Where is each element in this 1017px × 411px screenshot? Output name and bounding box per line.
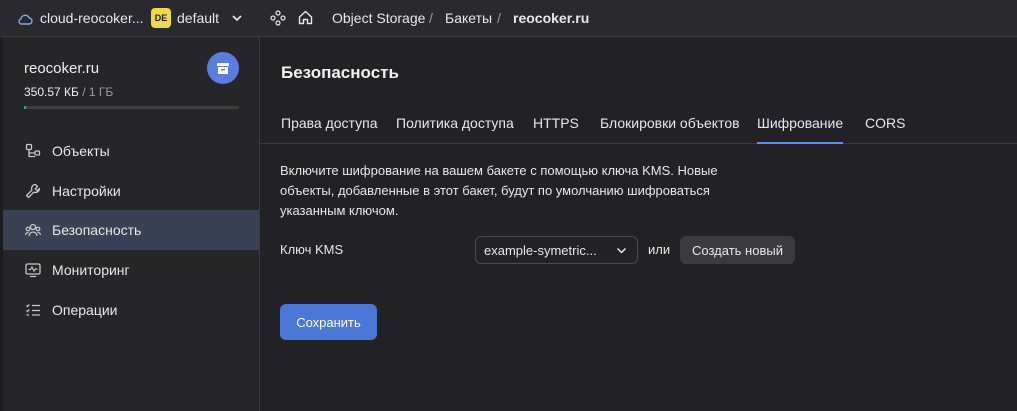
sidebar-item-monitoring[interactable]: Мониторинг (3, 250, 259, 290)
or-text: или (648, 242, 671, 257)
breadcrumb-buckets[interactable]: Бакеты (445, 10, 492, 26)
cloud-icon (18, 14, 33, 25)
bucket-icon (207, 52, 239, 84)
sidebar-item-objects[interactable]: Объекты (3, 131, 259, 171)
sidebar-item-label: Настройки (52, 183, 121, 199)
tab-https[interactable]: HTTPS (533, 115, 579, 144)
page-title: Безопасность (281, 63, 399, 82)
tabs: Права доступа Политика доступа HTTPS Бло… (260, 111, 1017, 144)
kms-key-value: example-symetric... (484, 243, 597, 258)
usage-progress-fill (24, 106, 26, 109)
objects-icon (25, 143, 41, 158)
tab-access-rights[interactable]: Права доступа (281, 115, 377, 144)
kms-key-label: Ключ KMS (280, 242, 344, 257)
folder-badge: DE (151, 8, 171, 28)
wrench-icon (25, 183, 41, 199)
main-content: Безопасность Права доступа Политика дост… (260, 37, 1017, 411)
list-icon (26, 304, 40, 316)
bucket-usage: 350.57 КБ / 1 ГБ (24, 85, 113, 99)
bucket-quota: / 1 ГБ (78, 85, 114, 99)
tab-access-policy[interactable]: Политика доступа (396, 115, 514, 144)
folder-selector[interactable]: default (177, 10, 219, 26)
breadcrumb-separator: / (429, 10, 433, 26)
sidebar-item-operations[interactable]: Операции (3, 290, 259, 330)
tab-object-lock[interactable]: Блокировки объектов (600, 115, 740, 144)
users-icon (24, 223, 42, 237)
sidebar-item-label: Операции (52, 302, 118, 318)
breadcrumb-separator: / (497, 10, 501, 26)
encryption-description: Включите шифрование на вашем бакете с по… (280, 163, 718, 218)
create-new-key-button[interactable]: Создать новый (680, 236, 795, 264)
breadcrumb-object-storage[interactable]: Object Storage (332, 10, 425, 26)
bucket-used: 350.57 КБ (24, 85, 79, 99)
sidebar-item-label: Мониторинг (52, 262, 130, 278)
cloud-selector[interactable]: cloud-reocoker... (40, 10, 144, 26)
top-bar: cloud-reocoker... DE default Object Stor… (0, 0, 1017, 37)
monitor-icon (25, 263, 41, 278)
sidebar-item-label: Объекты (52, 143, 110, 159)
sidebar-item-settings[interactable]: Настройки (3, 171, 259, 211)
tab-cors[interactable]: CORS (865, 115, 905, 144)
save-button[interactable]: Сохранить (280, 304, 377, 340)
home-icon[interactable] (297, 9, 314, 26)
tab-encryption[interactable]: Шифрование (757, 115, 844, 144)
sidebar: reocoker.ru 350.57 КБ / 1 ГБ Объекты Нас… (3, 37, 260, 411)
chevron-down-icon (616, 247, 627, 254)
sidebar-item-security[interactable]: Безопасность (3, 210, 259, 250)
chevron-down-icon[interactable] (230, 11, 244, 25)
bucket-name: reocoker.ru (24, 60, 100, 77)
breadcrumb-current: reocoker.ru (513, 10, 590, 26)
kms-key-select[interactable]: example-symetric... (475, 236, 638, 264)
sidebar-item-label: Безопасность (52, 222, 142, 238)
services-icon[interactable] (270, 10, 286, 26)
usage-progress (24, 106, 239, 109)
